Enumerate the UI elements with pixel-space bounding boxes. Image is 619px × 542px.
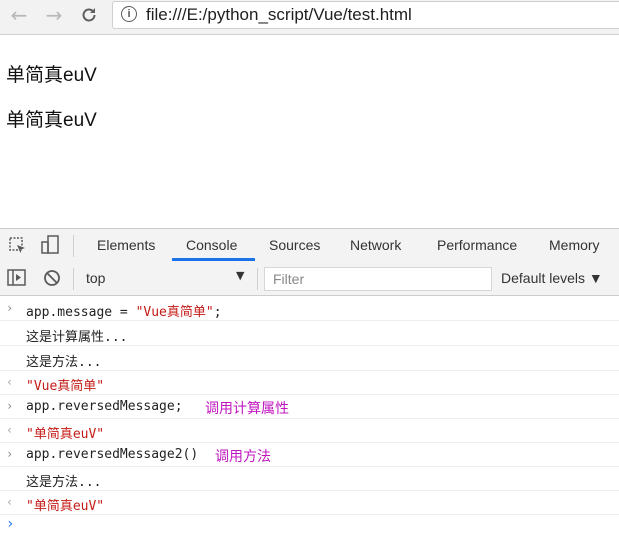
- toolbar-divider: [73, 235, 74, 257]
- reload-icon[interactable]: [76, 2, 102, 28]
- console-input-row: › app.reversedMessage; 调用计算属性: [0, 395, 619, 419]
- tab-memory[interactable]: Memory: [549, 237, 600, 253]
- input-chevron-icon: ›: [6, 301, 14, 315]
- url-text[interactable]: file:///E:/python_script/Vue/test.html: [146, 5, 412, 25]
- log-levels-dropdown[interactable]: Default levels ▼: [501, 270, 603, 286]
- toolbar-divider: [73, 268, 74, 290]
- context-selector[interactable]: top: [86, 270, 105, 286]
- result-arrow-icon: ‹: [6, 375, 14, 389]
- console-toolbar: top ▼ Default levels ▼: [0, 262, 619, 296]
- console-log-text: 这是方法...: [26, 475, 102, 490]
- console-result-text[interactable]: "单简真euV": [26, 495, 104, 514]
- context-dropdown-icon[interactable]: ▼: [236, 269, 244, 282]
- back-icon[interactable]: ←: [6, 2, 32, 28]
- info-icon[interactable]: i: [121, 6, 137, 22]
- clear-console-icon[interactable]: [43, 269, 61, 291]
- console-code: app.reversedMessage2(): [26, 447, 199, 462]
- tab-sources[interactable]: Sources: [269, 237, 320, 253]
- console-result-text[interactable]: "单简真euV": [26, 423, 104, 442]
- console-result-text[interactable]: "Vue真简单": [26, 375, 104, 394]
- tab-elements[interactable]: Elements: [97, 237, 155, 253]
- console-input-row: › app.reversedMessage2() 调用方法: [0, 443, 619, 467]
- console-log-text: 这是方法...: [26, 355, 102, 370]
- device-toolbar-icon[interactable]: [40, 235, 60, 259]
- active-tab-indicator: [172, 258, 255, 261]
- forward-icon[interactable]: →: [41, 2, 67, 28]
- inspect-element-icon[interactable]: [8, 236, 28, 260]
- filter-input[interactable]: [271, 268, 485, 290]
- annotation-computed: 调用计算属性: [205, 401, 289, 417]
- page-text-method: 单简真euV: [6, 110, 97, 131]
- page-text-computed: 单简真euV: [6, 65, 97, 86]
- toolbar-divider: [257, 268, 258, 290]
- tab-performance[interactable]: Performance: [437, 237, 517, 253]
- result-arrow-icon: ‹: [6, 423, 14, 437]
- console-log-row: 这是计算属性...: [0, 321, 619, 346]
- tab-network[interactable]: Network: [350, 237, 401, 253]
- console-code: app.reversedMessage;: [26, 399, 183, 414]
- console-log-row: 这是方法...: [0, 346, 619, 371]
- browser-toolbar: ← → i file:///E:/python_script/Vue/test.…: [0, 0, 619, 35]
- console-result-row: ‹ "单简真euV": [0, 419, 619, 443]
- filter-field[interactable]: [264, 267, 492, 291]
- console-code: app.message = "Vue真简单";: [26, 305, 222, 320]
- input-chevron-icon: ›: [6, 447, 14, 461]
- sidebar-toggle-icon[interactable]: [7, 269, 27, 291]
- console-prompt-icon[interactable]: ›: [6, 516, 14, 532]
- console-log-row: 这是方法...: [0, 467, 619, 491]
- console-result-row: ‹ "Vue真简单": [0, 371, 619, 395]
- console-result-row: ‹ "单简真euV": [0, 491, 619, 515]
- tab-console[interactable]: Console: [186, 237, 237, 253]
- console-log-text: 这是计算属性...: [26, 330, 128, 345]
- address-bar[interactable]: i file:///E:/python_script/Vue/test.html: [112, 1, 619, 29]
- devtools-tabbar: Elements Console Sources Network Perform…: [0, 228, 619, 263]
- annotation-method: 调用方法: [215, 449, 271, 465]
- console-input-row: › app.message = "Vue真简单";: [0, 296, 619, 321]
- result-arrow-icon: ‹: [6, 495, 14, 509]
- input-chevron-icon: ›: [6, 399, 14, 413]
